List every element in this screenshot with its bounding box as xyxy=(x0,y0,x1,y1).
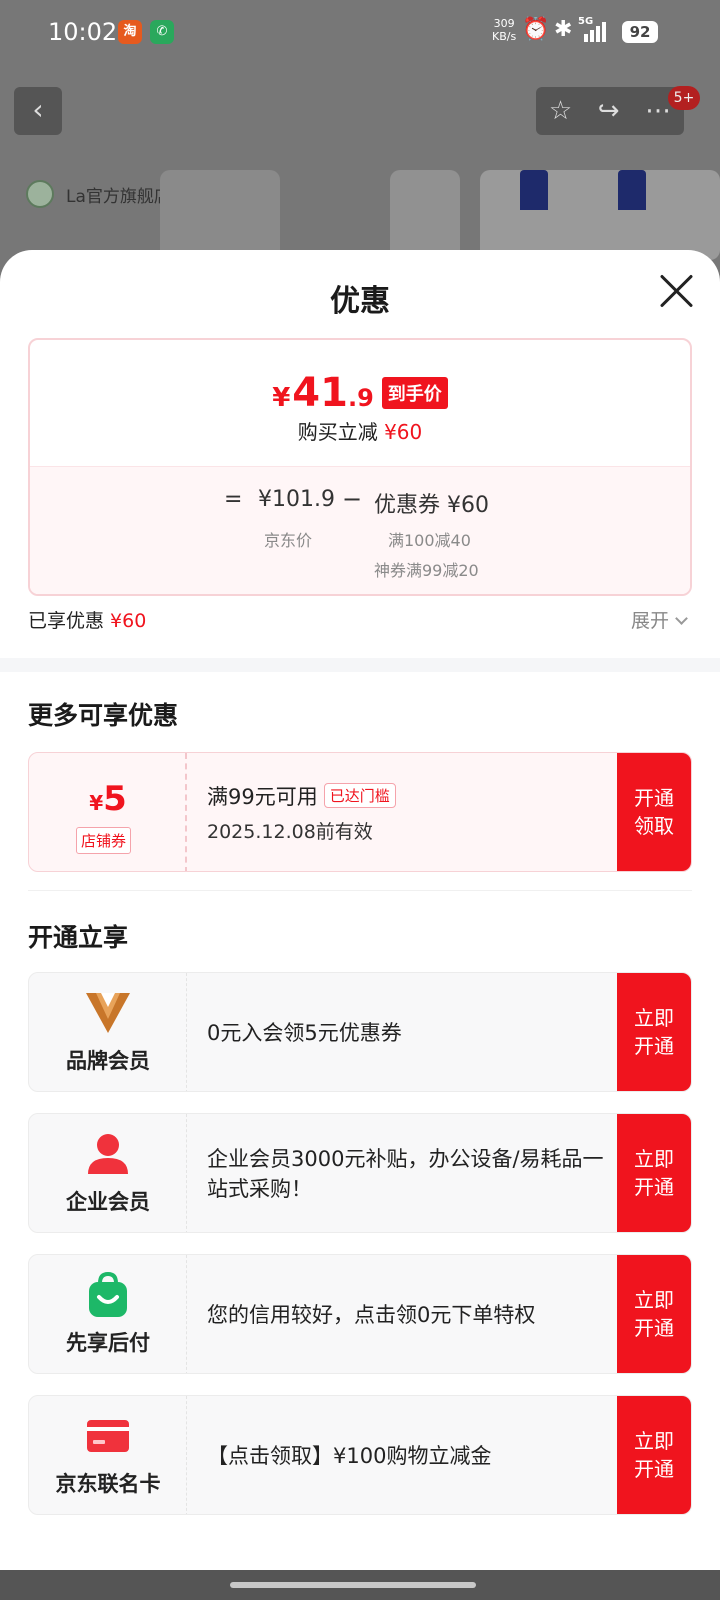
taobao-app-icon: 淘 xyxy=(118,20,142,44)
net-speed: 309 KB/s xyxy=(492,17,516,43)
open-now-label: 立即开通 xyxy=(634,1006,674,1058)
final-price: ¥ 41 .9 到手价 xyxy=(30,370,690,416)
shopping-bag-icon xyxy=(89,1271,127,1317)
coupon-amount-value: 5 xyxy=(103,779,127,819)
close-icon[interactable] xyxy=(658,272,696,310)
product-thumb xyxy=(480,170,720,260)
open-now-label: 立即开通 xyxy=(634,1147,674,1199)
message-badge: 5+ xyxy=(668,86,700,110)
open-enjoy-title: 开通立享 xyxy=(28,923,129,952)
battery-icon: 92 xyxy=(622,21,658,43)
more-offers-title: 更多可享优惠 xyxy=(28,701,179,730)
threshold-badge: 已达门槛 xyxy=(323,783,396,808)
coupon-condition: 满99元可用 已达门槛 xyxy=(207,781,396,811)
enjoyed-discount-row: 已享优惠 ¥60 展开 xyxy=(28,606,692,636)
member-desc: 您的信用较好，点击领0元下单特权 xyxy=(207,1303,536,1327)
status-bar: 10:02 淘 ✆ 309 KB/s ⏰ ✱ 5G 92 xyxy=(0,0,720,68)
person-icon xyxy=(88,1134,128,1174)
final-price-area: ¥ 41 .9 到手价 购买立减 ¥60 xyxy=(30,340,690,464)
product-thumb xyxy=(160,170,280,260)
member-label-area: 先享后付 xyxy=(29,1255,187,1373)
section-divider-line xyxy=(28,890,692,891)
member-desc: 0元入会领5元优惠券 xyxy=(207,1021,402,1045)
member-card-brand: 品牌会员 0元入会领5元优惠券 立即开通 xyxy=(28,972,692,1092)
net-speed-value: 309 xyxy=(493,17,515,30)
chevron-down-icon xyxy=(675,612,688,625)
final-price-tag: 到手价 xyxy=(381,377,448,409)
member-label-area: 企业会员 xyxy=(29,1114,187,1232)
back-button[interactable]: ‹ xyxy=(14,87,62,135)
claim-coupon-label: 开通领取 xyxy=(634,786,674,838)
coupon-amount: ¥5 xyxy=(29,779,187,819)
signal-icon xyxy=(584,18,606,42)
member-card-co-brand: 京东联名卡 【点击领取】¥100购物立减金 立即开通 xyxy=(28,1395,692,1515)
member-desc: 企业会员3000元补贴，办公设备/易耗品一站式采购！ xyxy=(207,1147,604,1201)
minus-sign: − xyxy=(342,485,363,513)
coupon-currency: ¥ xyxy=(89,791,104,815)
store-coupon: ¥5 店铺券 满99元可用 已达门槛 2025.12.08前有效 开通领取 xyxy=(28,752,692,872)
bottle-cap xyxy=(618,170,646,210)
equals-sign: = xyxy=(224,487,243,512)
brand-v-icon xyxy=(86,993,130,1033)
enjoyed-value: ¥60 xyxy=(110,610,147,632)
open-now-button[interactable]: 立即开通 xyxy=(617,973,691,1091)
member-name: 企业会员 xyxy=(66,1190,150,1214)
enjoyed-label: 已享优惠 xyxy=(28,610,105,632)
member-name: 先享后付 xyxy=(66,1331,150,1355)
price-calculation: = ¥101.9 − 优惠券 ¥60 京东价 满100减40 神券满99减20 xyxy=(30,466,690,594)
coupon-condition-text: 满99元可用 xyxy=(207,785,318,809)
member-label-area: 京东联名卡 xyxy=(29,1396,187,1514)
section-divider xyxy=(0,658,720,672)
member-desc: 【点击领取】¥100购物立减金 xyxy=(207,1444,492,1468)
jd-price-label: 京东价 xyxy=(264,531,313,550)
store-logo xyxy=(26,180,54,208)
open-now-button[interactable]: 立即开通 xyxy=(617,1396,691,1514)
open-now-label: 立即开通 xyxy=(634,1429,674,1481)
bottle-cap xyxy=(520,170,548,210)
member-name: 品牌会员 xyxy=(66,1049,150,1073)
alarm-icon: ⏰ xyxy=(522,17,550,42)
net-speed-unit: KB/s xyxy=(492,30,517,43)
store-name: La官方旗舰店 xyxy=(66,186,171,207)
bluetooth-icon: ✱ xyxy=(554,17,573,42)
store-header[interactable]: La官方旗舰店 xyxy=(26,180,171,208)
discount-line: 购买立减 ¥60 xyxy=(30,416,690,445)
coupon-total: 优惠券 ¥60 xyxy=(374,493,489,518)
coupon-type: 店铺券 xyxy=(76,827,132,854)
jd-price: ¥101.9 xyxy=(258,487,335,512)
coupon-expiry: 2025.12.08前有效 xyxy=(207,821,373,843)
coupon-value-area: ¥5 店铺券 xyxy=(29,753,187,871)
sheet-title: 优惠 xyxy=(330,284,390,319)
discount-label: 购买立减 xyxy=(297,420,378,444)
open-now-button[interactable]: 立即开通 xyxy=(617,1255,691,1373)
price-currency: ¥ xyxy=(272,383,291,413)
product-thumb xyxy=(390,170,460,260)
wechat-app-icon: ✆ xyxy=(150,20,174,44)
expand-button[interactable]: 展开 xyxy=(630,606,688,633)
member-card-enterprise: 企业会员 企业会员3000元补贴，办公设备/易耗品一站式采购！ 立即开通 xyxy=(28,1113,692,1233)
share-icon[interactable]: ↪ xyxy=(598,96,620,126)
price-breakdown-card: ¥ 41 .9 到手价 购买立减 ¥60 = ¥101.9 − 优惠券 ¥60 … xyxy=(28,338,692,596)
member-card-pay-later: 先享后付 您的信用较好，点击领0元下单特权 立即开通 xyxy=(28,1254,692,1374)
credit-card-icon xyxy=(87,1420,129,1452)
price-integer: 41 xyxy=(292,370,348,416)
discount-value: ¥60 xyxy=(384,420,423,444)
favorite-star-icon[interactable]: ☆ xyxy=(549,96,572,126)
status-time: 10:02 xyxy=(48,18,118,46)
member-label-area: 品牌会员 xyxy=(29,973,187,1091)
home-indicator[interactable] xyxy=(230,1582,476,1588)
price-decimal: .9 xyxy=(347,384,374,412)
open-now-button[interactable]: 立即开通 xyxy=(617,1114,691,1232)
offers-sheet: 优惠 ¥ 41 .9 到手价 购买立减 ¥60 = ¥101.9 − 优惠券 ¥… xyxy=(0,250,720,1570)
coupon-detail: 满100减40 xyxy=(388,531,471,550)
top-actions: ☆ ↪ ⋯ xyxy=(536,87,684,135)
expand-label: 展开 xyxy=(630,610,669,632)
member-name: 京东联名卡 xyxy=(55,1472,161,1496)
open-now-label: 立即开通 xyxy=(634,1288,674,1340)
coupon-detail: 神券满99减20 xyxy=(374,561,479,580)
claim-coupon-button[interactable]: 开通领取 xyxy=(617,753,691,871)
